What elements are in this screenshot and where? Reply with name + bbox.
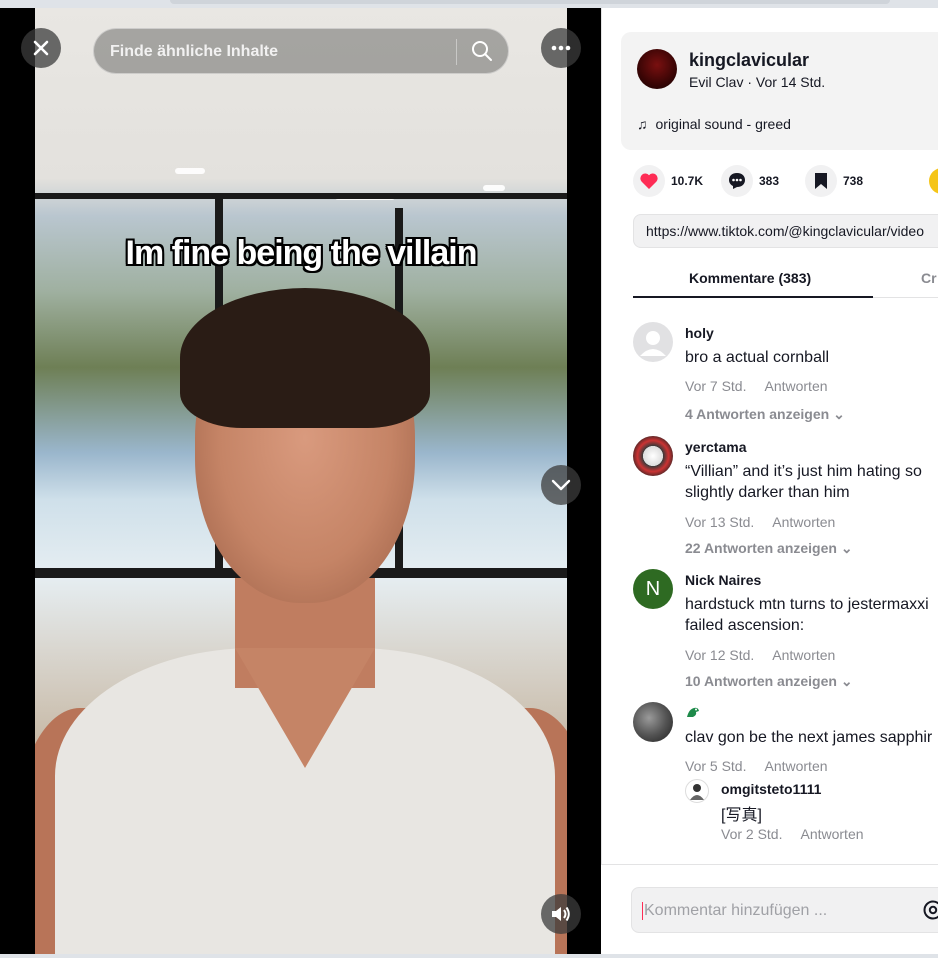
video-caption-text: Im fine being the villain xyxy=(125,234,478,272)
sound-link[interactable]: ♫ original sound - greed xyxy=(637,116,791,132)
sound-title: original sound - greed xyxy=(655,116,791,132)
author-avatar[interactable] xyxy=(637,49,677,89)
comment-meta: Vor 5 Std. Antworten xyxy=(685,758,828,774)
user-avatar[interactable] xyxy=(633,702,673,742)
next-video-button[interactable] xyxy=(541,465,581,505)
chevron-down-icon: ⌄ xyxy=(833,406,845,422)
like-button[interactable]: 10.7K xyxy=(633,164,703,198)
share-coin-icon[interactable] xyxy=(929,168,938,194)
chevron-down-icon xyxy=(551,479,571,491)
reply-author[interactable]: omgitsteto1111 xyxy=(721,781,821,797)
video-player[interactable]: Im fine being the villain Finde ähnliche… xyxy=(0,8,601,954)
reply-button[interactable]: Antworten xyxy=(800,826,863,842)
close-button[interactable] xyxy=(21,28,61,68)
reply-button[interactable]: Antworten xyxy=(772,647,835,663)
comment-author[interactable]: Nick Naires xyxy=(685,572,761,588)
comment-text-line: slightly darker than him xyxy=(685,484,850,501)
active-tab-indicator xyxy=(633,296,873,298)
reply-text: [写真] xyxy=(721,807,762,824)
more-options-button[interactable] xyxy=(541,28,581,68)
chevron-down-icon: ⌄ xyxy=(840,540,853,556)
tab-creator-videos[interactable]: Cr xyxy=(921,270,937,286)
comment-text-line: “Villian” and it’s just him hating so xyxy=(685,463,922,480)
user-avatar[interactable] xyxy=(685,779,709,803)
letter-avatar[interactable]: N xyxy=(633,569,673,609)
comment-bubble-icon xyxy=(721,165,753,197)
heart-icon xyxy=(633,165,665,197)
comment-author[interactable] xyxy=(685,705,701,722)
reply-button[interactable]: Antworten xyxy=(764,758,827,774)
ceiling-light xyxy=(175,168,205,174)
comment-button[interactable]: 383 xyxy=(721,164,779,198)
browser-tab-strip xyxy=(170,0,890,4)
author-username[interactable]: kingclavicular xyxy=(689,50,809,71)
search-icon[interactable] xyxy=(470,39,494,68)
ceiling-light xyxy=(483,185,505,191)
comment-time: Vor 13 Std. xyxy=(685,514,755,530)
comment-time: Vor 5 Std. xyxy=(685,758,747,774)
like-count: 10.7K xyxy=(671,174,704,188)
mention-icon[interactable] xyxy=(922,899,938,926)
music-note-icon: ♫ xyxy=(637,116,648,132)
tab-comments[interactable]: Kommentare (383) xyxy=(689,270,811,286)
window-bottom-edge xyxy=(0,954,938,958)
user-avatar[interactable] xyxy=(633,436,673,476)
more-dots-icon xyxy=(551,45,571,51)
comment-text: bro a actual cornball xyxy=(685,349,830,366)
view-replies-button[interactable]: 10 Antworten anzeigen ⌄ xyxy=(685,673,853,690)
save-button[interactable]: 738 xyxy=(805,164,863,198)
view-replies-label: 22 Antworten anzeigen xyxy=(685,540,837,556)
comment-time: Vor 7 Std. xyxy=(685,378,747,394)
speaker-icon xyxy=(552,906,570,922)
panel-divider xyxy=(601,8,602,954)
comment-meta: Vor 13 Std. Antworten xyxy=(685,514,835,530)
author-card: kingclavicular Evil Clav · Vor 14 Std. ♫… xyxy=(621,32,938,150)
action-bar: 10.7K 383 738 xyxy=(633,164,938,198)
comment-composer: Kommentar hinzufügen ... xyxy=(601,864,938,954)
search-placeholder: Finde ähnliche Inhalte xyxy=(110,43,279,60)
comment-input-placeholder: Kommentar hinzufügen ... xyxy=(642,902,828,920)
comment-input[interactable]: Kommentar hinzufügen ... xyxy=(631,887,938,933)
bookmark-icon xyxy=(805,165,837,197)
browser-top-strip xyxy=(0,0,938,8)
search-input[interactable]: Finde ähnliche Inhalte xyxy=(93,28,509,74)
reply-button[interactable]: Antworten xyxy=(764,378,827,394)
view-replies-button[interactable]: 4 Antworten anzeigen ⌄ xyxy=(685,406,845,423)
comment-time: Vor 12 Std. xyxy=(685,647,755,663)
comment-count: 383 xyxy=(759,174,780,188)
video-url-field[interactable]: https://www.tiktok.com/@kingclavicular/v… xyxy=(633,214,938,248)
reply-button[interactable]: Antworten xyxy=(772,514,835,530)
view-replies-label: 4 Antworten anzeigen xyxy=(685,406,830,422)
view-replies-button[interactable]: 22 Antworten anzeigen ⌄ xyxy=(685,540,853,557)
search-divider xyxy=(456,39,457,65)
comment-tabs: Kommentare (383) Cr xyxy=(633,264,938,298)
reply-meta: Vor 2 Std. Antworten xyxy=(721,826,864,842)
video-frame[interactable] xyxy=(35,8,567,954)
view-replies-label: 10 Antworten anzeigen xyxy=(685,673,837,689)
save-count: 738 xyxy=(843,174,864,188)
reply-time: Vor 2 Std. xyxy=(721,826,783,842)
chevron-down-icon: ⌄ xyxy=(840,673,853,689)
comment-meta: Vor 7 Std. Antworten xyxy=(685,378,828,394)
comment-author[interactable]: holy xyxy=(685,325,714,341)
comment-text: “Villian” and it’s just him hating so sl… xyxy=(685,461,938,503)
person-hair xyxy=(180,288,430,428)
volume-button[interactable] xyxy=(541,894,581,934)
comment-author[interactable]: yerctama xyxy=(685,439,747,455)
author-subtitle: Evil Clav · Vor 14 Std. xyxy=(689,74,826,90)
dragon-emoji-icon xyxy=(687,707,699,717)
window-frame xyxy=(35,193,567,199)
default-avatar-icon[interactable] xyxy=(633,322,673,362)
close-icon xyxy=(33,40,49,56)
comment-text: clav gon be the next james sapphir xyxy=(685,729,933,746)
comments-panel: kingclavicular Evil Clav · Vor 14 Std. ♫… xyxy=(601,8,938,954)
comment-text: hardstuck mtn turns to jestermaxxi faile… xyxy=(685,594,938,636)
comment-text-line: failed ascension: xyxy=(685,617,805,634)
comment-meta: Vor 12 Std. Antworten xyxy=(685,647,835,663)
comment-text-line: hardstuck mtn turns to jestermaxxi xyxy=(685,596,929,613)
